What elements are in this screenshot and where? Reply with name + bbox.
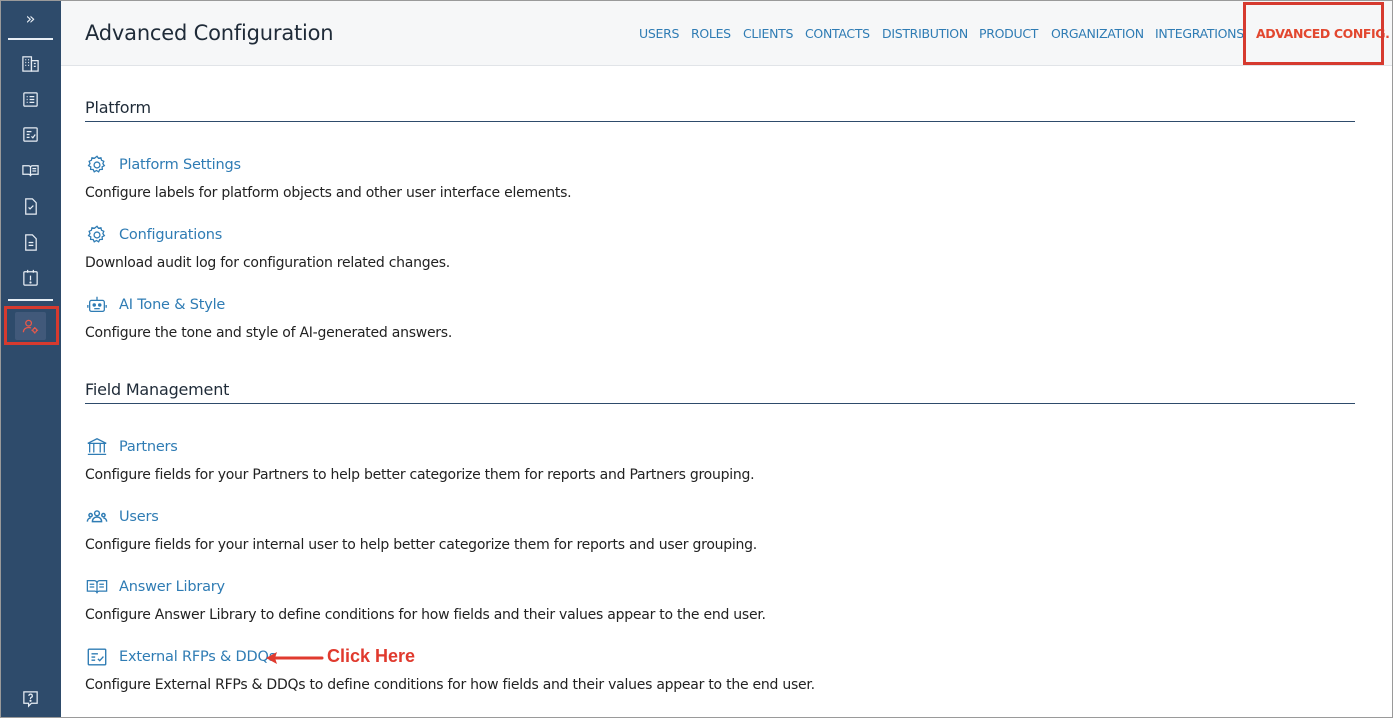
users-description: Configure fields for your internal user … bbox=[85, 537, 757, 553]
tab-integrations[interactable]: INTEGRATIONS bbox=[1155, 26, 1244, 41]
users-label: Users bbox=[119, 509, 159, 525]
section-title-platform: Platform bbox=[85, 98, 151, 117]
checklist-icon bbox=[85, 646, 109, 668]
ai-tone-style-description: Configure the tone and style of AI-gener… bbox=[85, 325, 453, 341]
annotation-arrow-icon bbox=[266, 652, 324, 664]
ai-tone-style-link[interactable]: AI Tone & Style bbox=[85, 294, 225, 316]
platform-settings-label: Platform Settings bbox=[119, 157, 241, 173]
users-icon bbox=[85, 506, 109, 528]
annotation-label: Click Here bbox=[327, 646, 416, 666]
sidebar-divider bbox=[8, 38, 53, 40]
section-divider bbox=[85, 121, 1355, 122]
partners-link[interactable]: Partners bbox=[85, 436, 178, 458]
help-icon[interactable] bbox=[15, 684, 46, 712]
external-rfps-ddqs-description: Configure External RFPs & DDQs to define… bbox=[85, 677, 815, 693]
tab-distribution[interactable]: DISTRIBUTION bbox=[882, 26, 968, 41]
users-link[interactable]: Users bbox=[85, 506, 159, 528]
section-title-field-management: Field Management bbox=[85, 380, 230, 399]
book-icon[interactable] bbox=[15, 156, 46, 184]
book-icon bbox=[85, 576, 109, 598]
tab-product[interactable]: PRODUCT bbox=[979, 26, 1038, 41]
tab-users[interactable]: USERS bbox=[639, 26, 679, 41]
expand-sidebar-button[interactable]: » bbox=[8, 6, 53, 32]
page-title: Advanced Configuration bbox=[85, 21, 334, 45]
document-icon[interactable] bbox=[15, 228, 46, 256]
partners-label: Partners bbox=[119, 439, 178, 455]
tab-contacts[interactable]: CONTACTS bbox=[805, 26, 870, 41]
configurations-label: Configurations bbox=[119, 227, 223, 243]
configurations-link[interactable]: Configurations bbox=[85, 224, 222, 246]
robot-icon bbox=[85, 294, 109, 316]
answer-library-link[interactable]: Answer Library bbox=[85, 576, 225, 598]
ai-tone-style-label: AI Tone & Style bbox=[119, 297, 226, 313]
configurations-description: Download audit log for configuration rel… bbox=[85, 255, 451, 271]
section-divider bbox=[85, 403, 1355, 404]
tab-organization[interactable]: ORGANIZATION bbox=[1051, 26, 1144, 41]
answer-library-label: Answer Library bbox=[119, 579, 225, 595]
external-rfps-ddqs-link[interactable]: External RFPs & DDQs bbox=[85, 646, 276, 668]
tab-roles[interactable]: ROLES bbox=[691, 26, 731, 41]
user-settings-icon[interactable] bbox=[15, 312, 46, 340]
gear-icon bbox=[85, 224, 109, 246]
external-rfps-ddqs-label: External RFPs & DDQs bbox=[119, 649, 277, 665]
list-icon[interactable] bbox=[15, 85, 46, 113]
checklist-icon[interactable] bbox=[15, 120, 46, 148]
partners-description: Configure fields for your Partners to he… bbox=[85, 467, 755, 483]
bank-icon bbox=[85, 436, 109, 458]
answer-library-description: Configure Answer Library to define condi… bbox=[85, 607, 766, 623]
alert-icon[interactable] bbox=[15, 263, 46, 291]
platform-settings-description: Configure labels for platform objects an… bbox=[85, 185, 572, 201]
gear-icon bbox=[85, 154, 109, 176]
highlight-box bbox=[1243, 2, 1384, 65]
tab-clients[interactable]: CLIENTS bbox=[743, 26, 793, 41]
sidebar-divider bbox=[8, 299, 53, 301]
sidebar: » bbox=[0, 0, 61, 718]
building-icon[interactable] bbox=[15, 49, 46, 77]
platform-settings-link[interactable]: Platform Settings bbox=[85, 154, 241, 176]
document-check-icon[interactable] bbox=[15, 192, 46, 220]
